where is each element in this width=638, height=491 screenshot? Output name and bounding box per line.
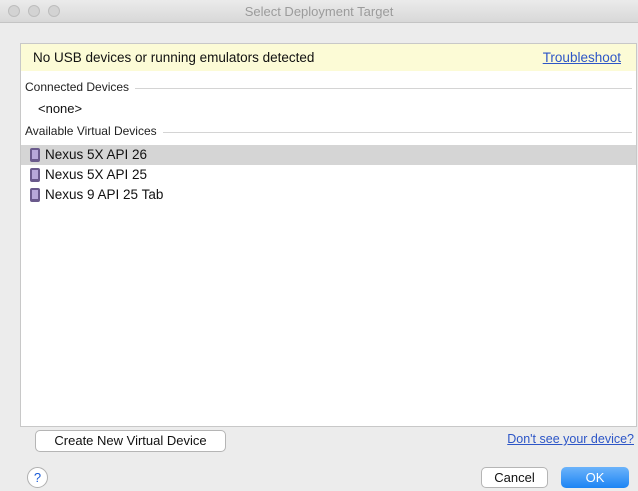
connected-devices-empty: <none> xyxy=(38,101,83,116)
device-panel: No USB devices or running emulators dete… xyxy=(20,43,637,427)
dont-see-device-link[interactable]: Don't see your device? xyxy=(507,432,634,446)
connected-devices-header: Connected Devices xyxy=(25,80,136,94)
device-row-nexus-9-api-25-tab[interactable]: Nexus 9 API 25 Tab xyxy=(21,185,636,205)
device-row-nexus-5x-api-25[interactable]: Nexus 5X API 25 xyxy=(21,165,636,185)
warning-banner: No USB devices or running emulators dete… xyxy=(21,44,636,71)
device-label: Nexus 5X API 25 xyxy=(45,167,148,182)
device-label: Nexus 5X API 26 xyxy=(45,147,148,162)
available-devices-header: Available Virtual Devices xyxy=(25,124,163,138)
phone-icon xyxy=(30,168,40,182)
ok-button[interactable]: OK xyxy=(561,467,629,488)
phone-icon xyxy=(30,148,40,162)
create-virtual-device-button[interactable]: Create New Virtual Device xyxy=(35,430,226,452)
cancel-button[interactable]: Cancel xyxy=(481,467,548,488)
available-devices-section: Available Virtual Devices xyxy=(25,124,632,140)
window-title: Select Deployment Target xyxy=(244,4,394,19)
help-icon[interactable]: ? xyxy=(27,467,48,488)
title-bar: Select Deployment Target xyxy=(0,0,638,23)
banner-message: No USB devices or running emulators dete… xyxy=(33,50,315,65)
device-row-nexus-5x-api-26[interactable]: Nexus 5X API 26 xyxy=(21,145,636,165)
tablet-icon xyxy=(30,188,40,202)
troubleshoot-link[interactable]: Troubleshoot xyxy=(543,50,621,65)
connected-devices-section: Connected Devices xyxy=(25,80,632,96)
device-label: Nexus 9 API 25 Tab xyxy=(45,187,164,202)
